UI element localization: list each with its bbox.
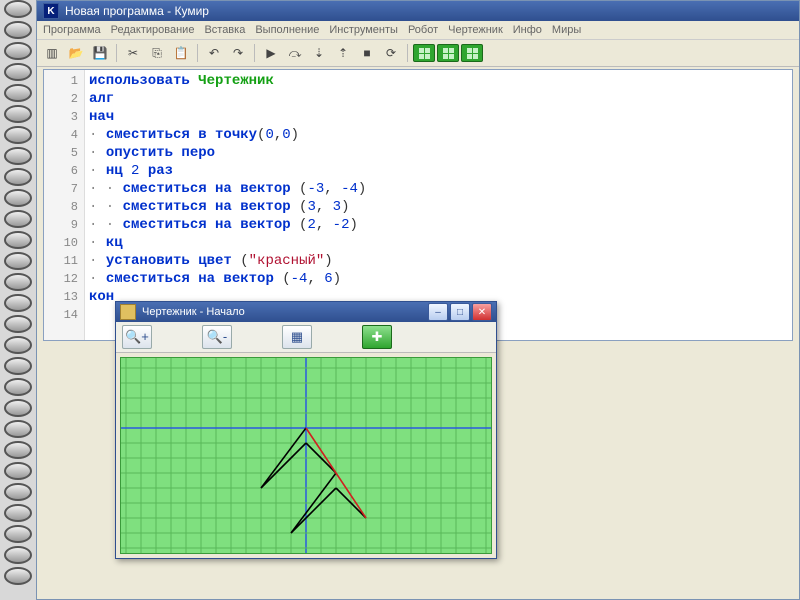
- drawer-toolbar: 🔍+ 🔍- ▦ ✚: [116, 322, 496, 353]
- step-into-button[interactable]: ⇣: [308, 42, 330, 64]
- code-line-8[interactable]: · · сместиться на вектор (3, 3): [89, 198, 366, 216]
- cut-button[interactable]: ✂: [122, 42, 144, 64]
- menu-Редактирование[interactable]: Редактирование: [111, 24, 195, 36]
- menu-Программа[interactable]: Программа: [43, 24, 101, 36]
- grid-button[interactable]: ▦: [282, 325, 312, 349]
- new-file-button[interactable]: ▥: [41, 42, 63, 64]
- code-line-9[interactable]: · · сместиться на вектор (2, -2): [89, 216, 366, 234]
- code-line-4[interactable]: · сместиться в точку(0,0): [89, 126, 366, 144]
- minimize-button[interactable]: –: [428, 303, 448, 321]
- layout-2-button[interactable]: [437, 44, 459, 62]
- title-bar: K Новая программа - Кумир: [37, 1, 799, 21]
- stop-button[interactable]: ■: [356, 42, 378, 64]
- menu-Выполнение[interactable]: Выполнение: [255, 24, 319, 36]
- app-window: K Новая программа - Кумир Программа Редак…: [36, 0, 800, 600]
- layout-1-button[interactable]: [413, 44, 435, 62]
- drawer-window[interactable]: Чертежник - Начало – □ ✕ 🔍+ 🔍- ▦ ✚: [115, 301, 497, 559]
- code-line-1[interactable]: использовать Чертежник: [89, 72, 366, 90]
- open-file-button[interactable]: 📂: [65, 42, 87, 64]
- window-title: Новая программа - Кумир: [65, 4, 209, 18]
- main-toolbar: ▥📂💾 ✂⎘📋 ↶↷ ▶⤼⇣⇡■⟳: [37, 40, 799, 67]
- maximize-button[interactable]: □: [450, 303, 470, 321]
- code-line-11[interactable]: · установить цвет ("красный"): [89, 252, 366, 270]
- code-line-7[interactable]: · · сместиться на вектор (-3, -4): [89, 180, 366, 198]
- menu-Миры[interactable]: Миры: [552, 24, 581, 36]
- close-button[interactable]: ✕: [472, 303, 492, 321]
- zoom-out-button[interactable]: 🔍-: [202, 325, 232, 349]
- menu-Вставка[interactable]: Вставка: [204, 24, 245, 36]
- menu-Инфо[interactable]: Инфо: [513, 24, 542, 36]
- undo-button[interactable]: ↶: [203, 42, 225, 64]
- copy-button[interactable]: ⎘: [146, 42, 168, 64]
- code-line-12[interactable]: · сместиться на вектор (-4, 6): [89, 270, 366, 288]
- canvas-wrap: [116, 353, 496, 558]
- canvas-svg: [121, 358, 491, 553]
- step-out-button[interactable]: ⇡: [332, 42, 354, 64]
- redo-button[interactable]: ↷: [227, 42, 249, 64]
- center-button[interactable]: ✚: [362, 325, 392, 349]
- drawing-canvas[interactable]: [120, 357, 492, 554]
- menu-Инструменты[interactable]: Инструменты: [329, 24, 398, 36]
- save-file-button[interactable]: 💾: [89, 42, 111, 64]
- drawer-title-bar[interactable]: Чертежник - Начало – □ ✕: [116, 302, 496, 322]
- code-line-3[interactable]: нач: [89, 108, 366, 126]
- code-line-5[interactable]: · опустить перо: [89, 144, 366, 162]
- step-over-button[interactable]: ⤼: [284, 42, 306, 64]
- code-line-10[interactable]: · кц: [89, 234, 366, 252]
- menu-bar: Программа Редактирование Вставка Выполнение…: [37, 21, 799, 40]
- zoom-in-button[interactable]: 🔍+: [122, 325, 152, 349]
- drawer-title: Чертежник - Начало: [142, 306, 245, 318]
- code-line-6[interactable]: · нц 2 раз: [89, 162, 366, 180]
- layout-3-button[interactable]: [461, 44, 483, 62]
- run-button[interactable]: ▶: [260, 42, 282, 64]
- notebook-spiral: [0, 0, 36, 600]
- menu-Чертежник[interactable]: Чертежник: [448, 24, 503, 36]
- code-area[interactable]: использовать Чертежникалгнач· сместиться…: [85, 70, 370, 340]
- line-gutter: 1234567891011121314: [44, 70, 85, 340]
- app-icon: K: [43, 3, 59, 19]
- code-line-2[interactable]: алг: [89, 90, 366, 108]
- drawer-icon: [120, 304, 136, 320]
- menu-Робот[interactable]: Робот: [408, 24, 438, 36]
- paste-button[interactable]: 📋: [170, 42, 192, 64]
- reset-button[interactable]: ⟳: [380, 42, 402, 64]
